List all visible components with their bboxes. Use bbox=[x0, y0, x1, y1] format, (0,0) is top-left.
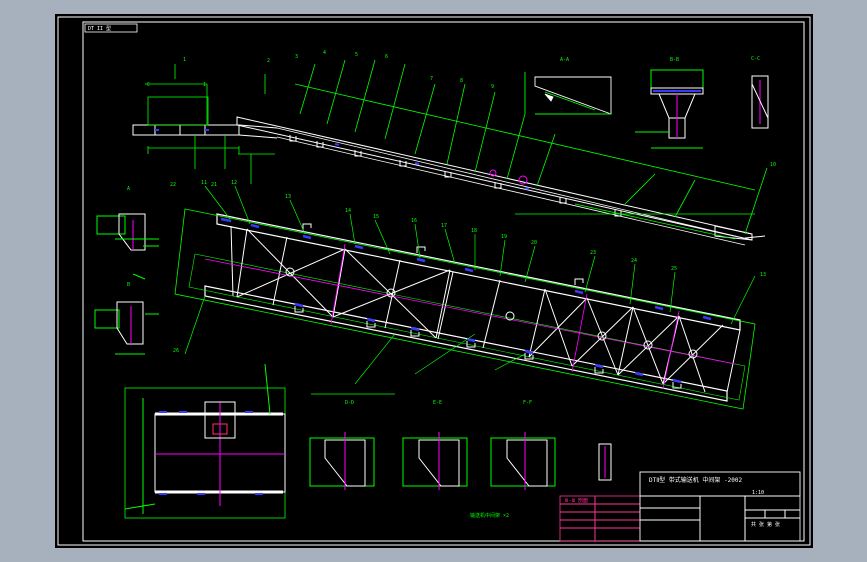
svg-text:E-E: E-E bbox=[433, 400, 442, 406]
svg-text:C: C bbox=[147, 82, 150, 88]
sheet-note: 共 张 第 张 bbox=[751, 521, 780, 528]
section-views bbox=[309, 432, 612, 490]
top-dimensions bbox=[145, 59, 768, 240]
top-labels: 1 23 456 7 89 C 122 2110 bbox=[147, 50, 776, 188]
svg-text:2: 2 bbox=[267, 58, 270, 64]
svg-text:18: 18 bbox=[471, 228, 477, 234]
plan-view bbox=[124, 363, 286, 519]
svg-text:6: 6 bbox=[385, 54, 388, 60]
svg-text:5: 5 bbox=[355, 52, 358, 58]
svg-text:16: 16 bbox=[411, 218, 417, 224]
truss-labels: 11 12 13 14 15 16 17 18 19 20 23 24 25 13 26 bbox=[173, 180, 766, 354]
svg-text:10: 10 bbox=[770, 162, 776, 168]
svg-text:13: 13 bbox=[285, 194, 291, 200]
scale-note: 1:10 bbox=[752, 490, 764, 496]
svg-text:F-F: F-F bbox=[523, 400, 532, 406]
svg-text:B: B bbox=[127, 282, 130, 288]
svg-text:24: 24 bbox=[631, 258, 637, 264]
svg-text:4: 4 bbox=[323, 50, 326, 56]
svg-text:A: A bbox=[127, 186, 130, 192]
svg-text:D-D: D-D bbox=[345, 400, 354, 406]
svg-text:3: 3 bbox=[295, 54, 298, 60]
svg-text:1: 1 bbox=[203, 82, 206, 88]
svg-text:20: 20 bbox=[531, 240, 537, 246]
outer-border bbox=[57, 16, 811, 546]
svg-text:25: 25 bbox=[671, 266, 677, 272]
svg-text:11: 11 bbox=[201, 180, 207, 186]
svg-text:1: 1 bbox=[183, 57, 186, 63]
svg-text:22: 22 bbox=[170, 182, 176, 188]
truss-leaders bbox=[184, 185, 756, 395]
svg-text:19: 19 bbox=[501, 234, 507, 240]
svg-text:C-C: C-C bbox=[751, 56, 760, 62]
bottom-caption: 输送机中间架 ×2 bbox=[470, 512, 509, 519]
svg-text:7: 7 bbox=[430, 76, 433, 82]
svg-text:B-B: B-B bbox=[670, 57, 679, 63]
svg-text:14: 14 bbox=[345, 208, 351, 214]
svg-text:8: 8 bbox=[460, 78, 463, 84]
svg-text:A-A: A-A bbox=[560, 57, 569, 63]
drawing-title: DTⅡ型 带式输送机 中间架 -2002 bbox=[649, 476, 742, 484]
spec-note: Ⅲ-Ⅲ 剖面 bbox=[565, 497, 588, 504]
inner-border bbox=[82, 21, 805, 542]
corner-tag: DT II 型 bbox=[88, 25, 111, 32]
wedge-detail bbox=[524, 72, 612, 115]
side-view-small: C-C bbox=[751, 56, 769, 129]
svg-text:21: 21 bbox=[211, 182, 217, 188]
cad-drawing: DT II 型 1 23 4 5 6 7 89 C 122 2110 A-A B… bbox=[57, 16, 811, 546]
svg-text:13: 13 bbox=[760, 272, 766, 278]
svg-text:17: 17 bbox=[441, 223, 447, 229]
main-truss bbox=[174, 208, 756, 410]
svg-text:12: 12 bbox=[231, 180, 237, 186]
svg-text:23: 23 bbox=[590, 250, 596, 256]
cross-section-detail: B-B bbox=[635, 57, 704, 149]
svg-text:26: 26 bbox=[173, 348, 179, 354]
svg-text:15: 15 bbox=[373, 214, 379, 220]
cad-viewport[interactable]: DT II 型 1 2 3 4 5 6 7 8 9 C 1 22 21 10 A… bbox=[55, 14, 813, 548]
svg-text:9: 9 bbox=[491, 84, 494, 90]
